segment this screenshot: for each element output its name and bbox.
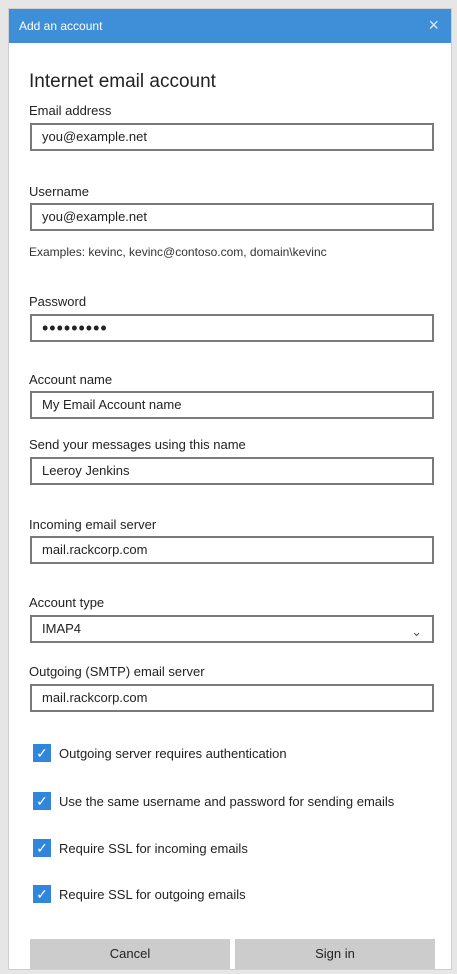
checkbox-checked-icon[interactable]: ✓	[33, 885, 51, 903]
incoming-server-label: Incoming email server	[29, 517, 157, 532]
outgoing-server-field[interactable]: mail.rackcorp.com	[30, 684, 434, 712]
password-field[interactable]: •••••••••	[30, 314, 434, 342]
chevron-down-icon: ⌄	[411, 624, 422, 639]
cancel-button[interactable]: Cancel	[30, 939, 230, 969]
checkbox-checked-icon[interactable]: ✓	[33, 839, 51, 857]
account-type-value: IMAP4	[42, 621, 82, 636]
checkbox-label: Require SSL for incoming emails	[59, 841, 248, 856]
account-type-select[interactable]: IMAP4 ⌄	[30, 615, 434, 643]
checkbox-label: Require SSL for outgoing emails	[59, 887, 246, 902]
account-name-label: Account name	[29, 372, 113, 387]
password-label: Password	[29, 294, 87, 309]
email-field[interactable]: you@example.net	[30, 123, 434, 151]
add-account-dialog: Add an account × Internet email account …	[8, 8, 452, 970]
page-title: Internet email account	[29, 71, 216, 92]
username-label: Username	[29, 184, 89, 199]
checkbox-checked-icon[interactable]: ✓	[33, 792, 51, 810]
email-label: Email address	[29, 103, 112, 118]
outgoing-server-label: Outgoing (SMTP) email server	[29, 664, 205, 679]
close-icon[interactable]: ×	[428, 15, 439, 36]
checkbox-label: Outgoing server requires authentication	[59, 746, 287, 761]
account-name-field[interactable]: My Email Account name	[30, 391, 434, 419]
sign-in-button[interactable]: Sign in	[235, 939, 435, 969]
title-bar: Add an account ×	[9, 9, 451, 43]
dialog-title: Add an account	[19, 19, 103, 33]
display-name-label: Send your messages using this name	[29, 437, 246, 452]
username-hint: Examples: kevinc, kevinc@contoso.com, do…	[29, 245, 327, 259]
account-type-label: Account type	[29, 595, 105, 610]
incoming-server-field[interactable]: mail.rackcorp.com	[30, 536, 434, 564]
checkbox-label: Use the same username and password for s…	[59, 794, 395, 809]
display-name-field[interactable]: Leeroy Jenkins	[30, 457, 434, 485]
checkbox-checked-icon[interactable]: ✓	[33, 744, 51, 762]
username-field[interactable]: you@example.net	[30, 203, 434, 231]
